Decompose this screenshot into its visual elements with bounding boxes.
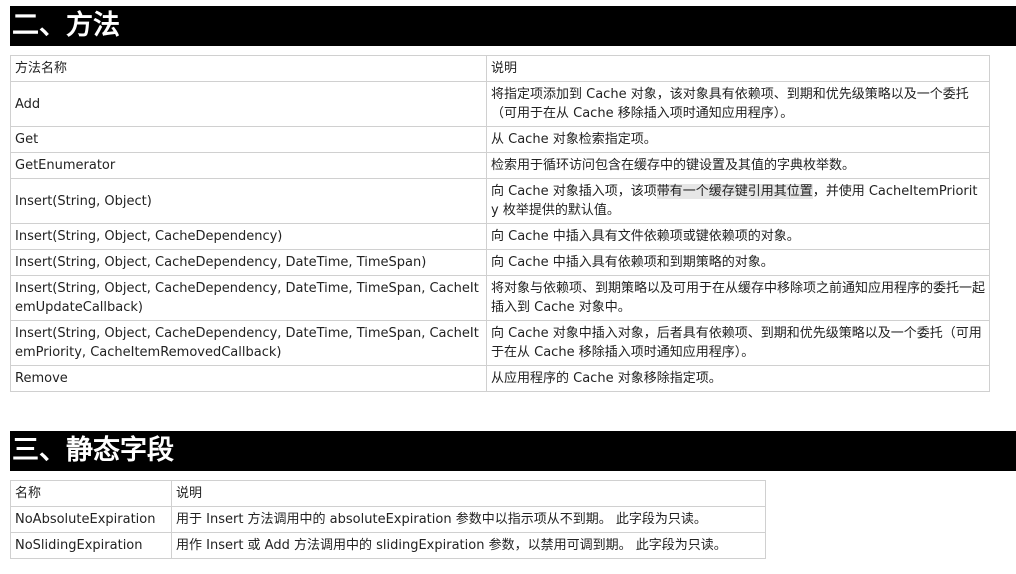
method-description: 向 Cache 对象插入项，该项带有一个缓存键引用其位置，并使用 CacheIt… xyxy=(486,178,990,224)
table-row: NoSlidingExpiration 用作 Insert 或 Add 方法调用… xyxy=(10,532,766,559)
method-name: Insert(String, Object, CacheDependency, … xyxy=(10,275,487,321)
description-text: 向 Cache 对象插入项，该项 xyxy=(491,184,657,199)
method-name: Insert(String, Object) xyxy=(10,178,487,224)
table-row: Insert(String, Object, CacheDependency, … xyxy=(10,249,990,276)
table-header-row: 名称 说明 xyxy=(10,480,766,507)
method-name: Get xyxy=(10,126,487,153)
method-name: Insert(String, Object, CacheDependency, … xyxy=(10,249,487,276)
method-description: 将对象与依赖项、到期策略以及可用于在从缓存中移除项之前通知应用程序的委托一起插入… xyxy=(486,275,990,321)
table-header-row: 方法名称 说明 xyxy=(10,55,990,82)
table-row: GetEnumerator 检索用于循环访问包含在缓存中的键设置及其值的字典枚举… xyxy=(10,152,990,179)
column-header-method-name: 方法名称 xyxy=(10,55,487,82)
table-row: Insert(String, Object, CacheDependency, … xyxy=(10,320,990,366)
method-name: GetEnumerator xyxy=(10,152,487,179)
column-header-description: 说明 xyxy=(171,480,766,507)
field-name: NoSlidingExpiration xyxy=(10,532,172,559)
field-description: 用于 Insert 方法调用中的 absoluteExpiration 参数中以… xyxy=(171,506,766,533)
method-name: Insert(String, Object, CacheDependency) xyxy=(10,223,487,250)
table-row: Insert(String, Object, CacheDependency) … xyxy=(10,223,990,250)
method-name: Remove xyxy=(10,365,487,392)
table-row: NoAbsoluteExpiration 用于 Insert 方法调用中的 ab… xyxy=(10,506,766,533)
method-description: 从 Cache 对象检索指定项。 xyxy=(486,126,990,153)
table-row: Insert(String, Object) 向 Cache 对象插入项，该项带… xyxy=(10,178,990,224)
column-header-description: 说明 xyxy=(486,55,990,82)
method-description: 向 Cache 对象中插入对象，后者具有依赖项、到期和优先级策略以及一个委托（可… xyxy=(486,320,990,366)
method-description: 向 Cache 中插入具有依赖项和到期策略的对象。 xyxy=(486,249,990,276)
method-description: 从应用程序的 Cache 对象移除指定项。 xyxy=(486,365,990,392)
table-row: Add 将指定项添加到 Cache 对象，该对象具有依赖项、到期和优先级策略以及… xyxy=(10,81,990,127)
method-name: Add xyxy=(10,81,487,127)
method-description: 将指定项添加到 Cache 对象，该对象具有依赖项、到期和优先级策略以及一个委托… xyxy=(486,81,990,127)
method-description: 向 Cache 中插入具有文件依赖项或键依赖项的对象。 xyxy=(486,223,990,250)
column-header-name: 名称 xyxy=(10,480,172,507)
methods-table: 方法名称 说明 Add 将指定项添加到 Cache 对象，该对象具有依赖项、到期… xyxy=(10,55,990,392)
section-title-methods: 二、方法 xyxy=(10,6,1016,46)
static-fields-table: 名称 说明 NoAbsoluteExpiration 用于 Insert 方法调… xyxy=(10,480,766,559)
table-row: Get 从 Cache 对象检索指定项。 xyxy=(10,126,990,153)
method-name: Insert(String, Object, CacheDependency, … xyxy=(10,320,487,366)
field-description: 用作 Insert 或 Add 方法调用中的 slidingExpiration… xyxy=(171,532,766,559)
table-row: Insert(String, Object, CacheDependency, … xyxy=(10,275,990,321)
section-title-static-fields: 三、静态字段 xyxy=(10,431,1016,471)
table-row: Remove 从应用程序的 Cache 对象移除指定项。 xyxy=(10,365,990,392)
method-description: 检索用于循环访问包含在缓存中的键设置及其值的字典枚举数。 xyxy=(486,152,990,179)
field-name: NoAbsoluteExpiration xyxy=(10,506,172,533)
highlighted-text: 带有一个缓存键引用其位置 xyxy=(656,184,813,199)
